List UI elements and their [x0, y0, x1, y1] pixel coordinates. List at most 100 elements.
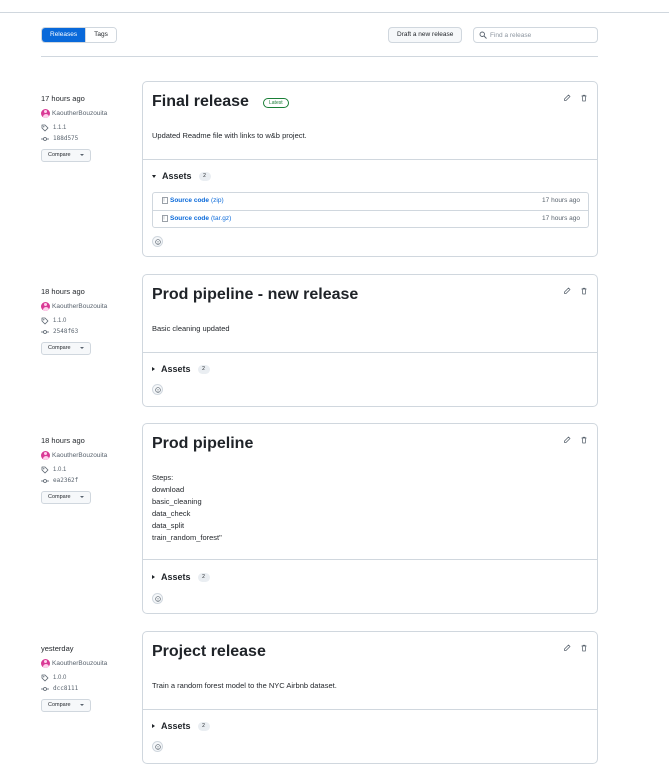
card-divider [143, 159, 597, 160]
author-name[interactable]: KaoutherBouzouita [52, 660, 107, 667]
asset-timestamp: 17 hours ago [542, 197, 580, 204]
release-commit[interactable]: dcc8111 [41, 684, 78, 693]
tag-icon [41, 124, 49, 131]
release-tag[interactable]: 1.1.0 [41, 316, 66, 325]
triangle-right-icon [152, 575, 155, 579]
edit-pencil-icon[interactable] [563, 287, 571, 295]
commit-hash[interactable]: dcc8111 [53, 685, 78, 692]
edit-pencil-icon[interactable] [563, 644, 571, 652]
compare-label: Compare [48, 345, 71, 351]
releases-tags-toggle: Releases Tags [41, 27, 117, 43]
tag-label[interactable]: 1.1.0 [53, 318, 66, 324]
release-title[interactable]: Prod pipeline - new release [152, 286, 358, 304]
releases-subnav: Releases Tags Draft a new release [41, 27, 598, 45]
compare-button[interactable]: Compare [41, 699, 91, 712]
release-date: yesterday [41, 644, 74, 653]
subnav-divider [41, 56, 598, 57]
tag-label[interactable]: 1.0.0 [53, 675, 66, 681]
add-reaction-button[interactable] [152, 384, 163, 395]
release-commit[interactable]: ea2362f [41, 476, 78, 485]
asset-row: Source code (zip) 17 hours ago [153, 193, 588, 210]
asset-list: Source code (zip) 17 hours ago Source co… [152, 192, 589, 228]
file-zip-icon [162, 197, 168, 204]
compare-button[interactable]: Compare [41, 149, 91, 162]
latest-badge: Latest [263, 98, 289, 108]
release-tag[interactable]: 1.0.1 [41, 465, 66, 474]
release-notes-line: data_split [152, 521, 185, 530]
asset-count-badge: 2 [197, 721, 210, 731]
add-reaction-button[interactable] [152, 741, 163, 752]
compare-label: Compare [48, 152, 71, 158]
assets-toggle[interactable]: Assets 2 [152, 720, 210, 732]
asset-name: Source code [170, 215, 210, 222]
compare-button[interactable]: Compare [41, 342, 91, 355]
trash-icon[interactable] [580, 287, 588, 295]
release-card: Prod pipeline Steps: download basic_clea… [142, 423, 598, 614]
tag-label[interactable]: 1.1.1 [53, 125, 66, 131]
release-commit[interactable]: 188d575 [41, 134, 78, 143]
tag-icon [41, 317, 49, 324]
triangle-right-icon [152, 724, 155, 728]
commit-icon [41, 329, 49, 334]
release-tag[interactable]: 1.0.0 [41, 673, 66, 682]
trash-icon[interactable] [580, 644, 588, 652]
search-input[interactable] [490, 29, 594, 41]
add-reaction-button[interactable] [152, 593, 163, 604]
assets-toggle[interactable]: Assets 2 [152, 170, 211, 182]
commit-hash[interactable]: ea2362f [53, 477, 78, 484]
smiley-icon [154, 743, 161, 750]
tab-releases[interactable]: Releases [42, 28, 86, 42]
assets-toggle[interactable]: Assets 2 [152, 571, 210, 583]
search-icon [479, 31, 487, 39]
tag-label[interactable]: 1.0.1 [53, 467, 66, 473]
release-author[interactable]: KaoutherBouzouita [41, 450, 107, 460]
assets-label: Assets [161, 364, 191, 374]
release-date: 17 hours ago [41, 94, 85, 103]
assets-toggle[interactable]: Assets 2 [152, 363, 210, 375]
commit-hash[interactable]: 2548f63 [53, 328, 78, 335]
compare-button[interactable]: Compare [41, 491, 91, 504]
card-divider [143, 559, 597, 560]
release-title[interactable]: Final release [152, 93, 249, 111]
release-tag[interactable]: 1.1.1 [41, 123, 66, 132]
edit-pencil-icon[interactable] [563, 436, 571, 444]
author-name[interactable]: KaoutherBouzouita [52, 110, 107, 117]
release-title[interactable]: Prod pipeline [152, 435, 253, 453]
assets-label: Assets [161, 572, 191, 582]
release-author[interactable]: KaoutherBouzouita [41, 108, 107, 118]
triangle-down-icon [152, 174, 156, 178]
smiley-icon [154, 238, 161, 245]
commit-hash[interactable]: 188d575 [53, 135, 78, 142]
draft-new-release-button[interactable]: Draft a new release [388, 27, 463, 43]
asset-download-link[interactable]: Source code (tar.gz) [162, 215, 231, 222]
author-name[interactable]: KaoutherBouzouita [52, 303, 107, 310]
asset-row: Source code (tar.gz) 17 hours ago [153, 210, 588, 227]
release-author[interactable]: KaoutherBouzouita [41, 301, 107, 311]
avatar [41, 658, 50, 668]
release-notes-line: data_check [152, 509, 191, 518]
release-notes: Train a random forest model to the NYC A… [152, 681, 337, 690]
avatar [41, 450, 50, 460]
trash-icon[interactable] [580, 436, 588, 444]
trash-icon[interactable] [580, 94, 588, 102]
tab-tags[interactable]: Tags [85, 28, 116, 42]
release-author[interactable]: KaoutherBouzouita [41, 658, 107, 668]
release-notes-line: basic_cleaning [152, 497, 202, 506]
author-name[interactable]: KaoutherBouzouita [52, 452, 107, 459]
find-release-search [473, 27, 598, 43]
edit-pencil-icon[interactable] [563, 94, 571, 102]
top-header-bar [0, 0, 669, 13]
release-title[interactable]: Project release [152, 643, 266, 661]
release-date: 18 hours ago [41, 287, 85, 296]
release-commit[interactable]: 2548f63 [41, 327, 78, 336]
compare-label: Compare [48, 702, 71, 708]
card-divider [143, 352, 597, 353]
commit-icon [41, 136, 49, 141]
triangle-right-icon [152, 367, 155, 371]
release-card: Prod pipeline - new release Basic cleani… [142, 274, 598, 407]
asset-download-link[interactable]: Source code (zip) [162, 197, 224, 204]
release-notes-line: download [152, 485, 185, 494]
add-reaction-button[interactable] [152, 236, 163, 247]
release-notes-line: train_random_forest" [152, 533, 222, 542]
chevron-down-icon [80, 154, 84, 156]
